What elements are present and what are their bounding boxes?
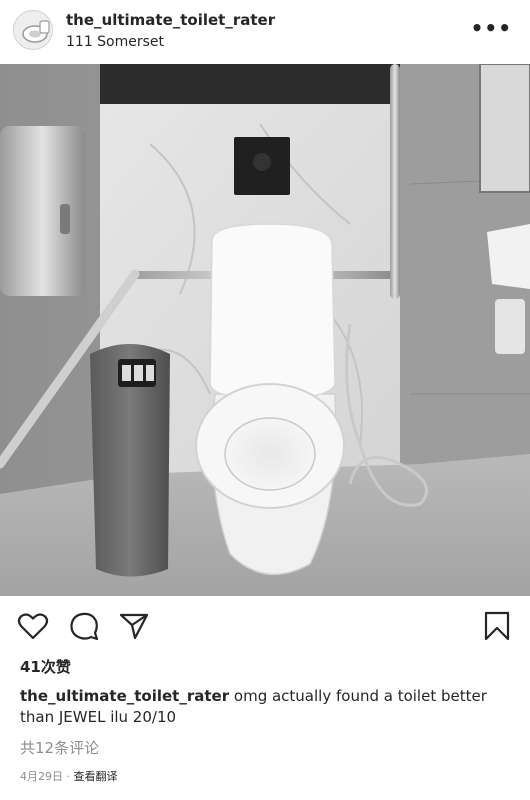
avatar-toilet-icon bbox=[14, 11, 52, 49]
bookmark-icon[interactable] bbox=[481, 610, 513, 642]
bathroom-photo bbox=[0, 64, 530, 596]
likes-count[interactable]: 41次赞 bbox=[20, 656, 71, 677]
post-photo[interactable] bbox=[0, 64, 530, 596]
post-actions bbox=[0, 600, 530, 650]
post-date: 4月29日 bbox=[20, 770, 63, 783]
post-caption: the_ultimate_toilet_rater omg actually f… bbox=[20, 686, 515, 728]
view-comments-link[interactable]: 共12条评论 bbox=[20, 737, 99, 758]
post-location[interactable]: 111 Somerset bbox=[66, 34, 164, 50]
more-options-icon[interactable]: ••• bbox=[471, 16, 512, 40]
caption-username[interactable]: the_ultimate_toilet_rater bbox=[20, 687, 229, 705]
avatar[interactable] bbox=[13, 10, 53, 50]
paper-plane-icon[interactable] bbox=[118, 610, 150, 642]
comment-bubble-icon[interactable] bbox=[68, 610, 100, 642]
post-meta: 4月29日 · 查看翻译 bbox=[20, 768, 118, 784]
post-username[interactable]: the_ultimate_toilet_rater bbox=[66, 11, 275, 29]
heart-icon[interactable] bbox=[17, 610, 49, 642]
post-header: the_ultimate_toilet_rater 111 Somerset •… bbox=[0, 0, 530, 64]
meta-separator: · bbox=[63, 770, 74, 783]
see-translation-link[interactable]: 查看翻译 bbox=[74, 770, 118, 783]
